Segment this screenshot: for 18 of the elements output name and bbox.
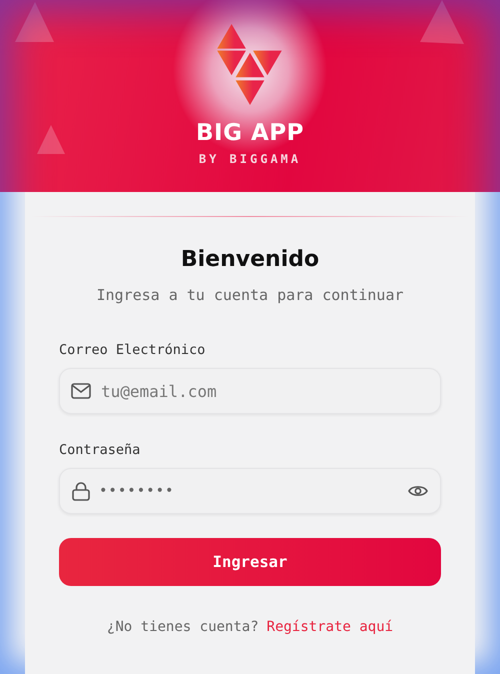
password-label: Contraseña [59, 442, 142, 458]
app-subtitle: BY BIGGAMA [198, 152, 302, 166]
triangle-icon [15, 2, 55, 42]
logo-icon [216, 24, 284, 106]
login-button[interactable]: Ingresar [59, 538, 441, 586]
triangle-icon [420, 0, 464, 44]
email-label: Correo Electrónico [59, 342, 206, 358]
login-subheading: Ingresa a tu cuenta para continuar [96, 286, 404, 304]
welcome-heading: Bienvenido [180, 247, 320, 272]
signup-prompt: ¿No tienes cuenta? [106, 619, 259, 635]
triangle-icon [37, 125, 65, 154]
password-field[interactable]: •••••••• [59, 468, 441, 514]
lock-icon [72, 482, 90, 500]
email-field[interactable]: tu@email.com [59, 368, 441, 414]
eye-icon[interactable] [408, 484, 428, 498]
envelope-icon [71, 383, 91, 399]
app-title: BIG APP [196, 120, 304, 146]
signup-link[interactable]: Regístrate aquí [266, 619, 394, 635]
